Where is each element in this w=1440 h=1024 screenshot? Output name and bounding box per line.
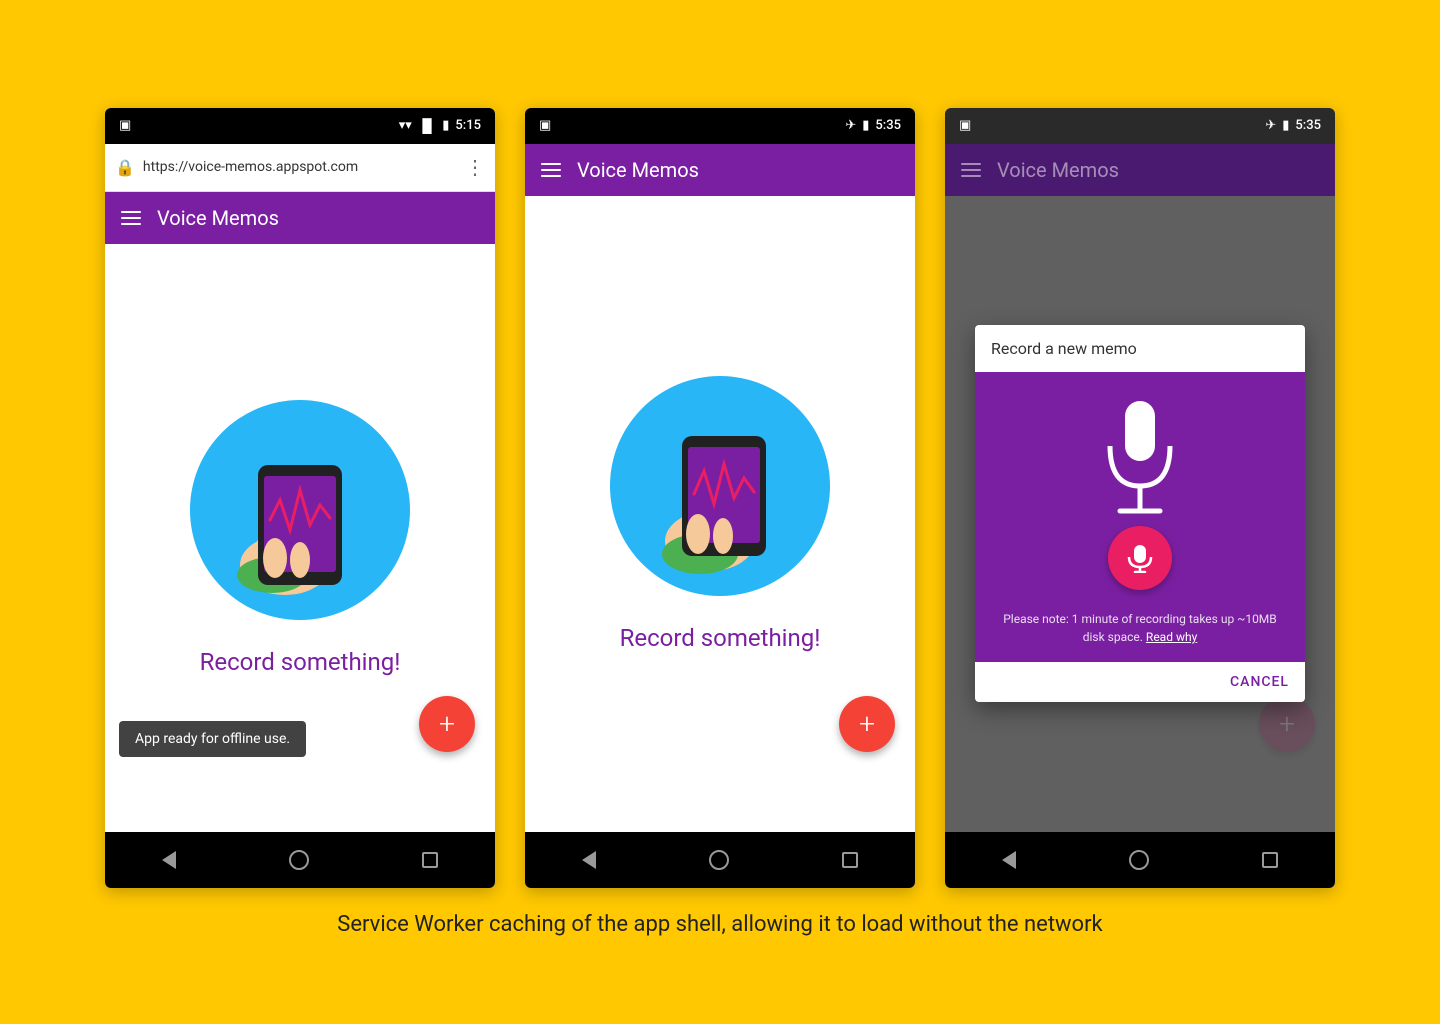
fab-1[interactable]: +: [419, 696, 475, 752]
record-label-2: Record something!: [620, 624, 821, 652]
status-right-3: ✈ ▮ 5:35: [1265, 118, 1321, 133]
tablet-icon: ▣: [119, 118, 131, 133]
app-title-2: Voice Memos: [577, 158, 699, 182]
back-button-2[interactable]: [582, 851, 596, 869]
caption-text: Service Worker caching of the app shell,…: [337, 912, 1102, 937]
snackbar-1: App ready for offline use.: [119, 721, 306, 757]
fab-2[interactable]: +: [839, 696, 895, 752]
fab-icon-2: +: [859, 707, 875, 740]
back-button-3[interactable]: [1002, 851, 1016, 869]
back-button-1[interactable]: [162, 851, 176, 869]
phone-2: ▣ ✈ ▮ 5:35 Voice Memos: [525, 108, 915, 888]
content-1: Record something! App ready for offline …: [105, 244, 495, 832]
mic-large-icon: [1095, 396, 1185, 526]
more-icon[interactable]: ⋮: [465, 155, 485, 179]
tablet-icon-2: ▣: [539, 118, 551, 133]
status-left-2: ▣: [539, 118, 551, 133]
url-text: https://voice-memos.appspot.com: [143, 159, 457, 175]
toolbar-2: Voice Memos: [525, 144, 915, 196]
tablet-icon-3: ▣: [959, 118, 971, 133]
status-left-3: ▣: [959, 118, 971, 133]
signal-icon: ▐▌: [418, 118, 436, 134]
time-3: 5:35: [1295, 118, 1321, 133]
status-right-2: ✈ ▮ 5:35: [845, 118, 901, 133]
home-button-3[interactable]: [1129, 850, 1149, 870]
main-wrapper: ▣ ▾▾ ▐▌ ▮ 5:15 🔒 https://voice-memos.app…: [0, 0, 1440, 1024]
fab-icon-1: +: [439, 707, 455, 740]
home-button-1[interactable]: [289, 850, 309, 870]
content-2: Record something! +: [525, 196, 915, 832]
recents-button-1[interactable]: [422, 852, 438, 868]
dialog-card: Record a new memo: [975, 325, 1305, 702]
nav-bar-2: [525, 832, 915, 888]
home-button-2[interactable]: [709, 850, 729, 870]
cancel-button[interactable]: CANCEL: [1230, 674, 1289, 690]
hamburger-menu-2[interactable]: [541, 163, 561, 177]
snackbar-text-1: App ready for offline use.: [135, 731, 290, 747]
recents-button-2[interactable]: [842, 852, 858, 868]
phones-row: ▣ ▾▾ ▐▌ ▮ 5:15 🔒 https://voice-memos.app…: [105, 108, 1335, 888]
nav-bar-3: [945, 832, 1335, 888]
dialog-body: Please note: 1 minute of recording takes…: [975, 372, 1305, 662]
record-button[interactable]: [1108, 526, 1172, 590]
illustration-circle-2: [610, 376, 830, 596]
status-right-1: ▾▾ ▐▌ ▮ 5:15: [399, 118, 481, 134]
dialog-note: Please note: 1 minute of recording takes…: [991, 610, 1289, 646]
illustration-circle-1: [190, 400, 410, 620]
content-3: Record something! + Record a new memo: [945, 196, 1335, 832]
time-2: 5:35: [875, 118, 901, 133]
status-left-1: ▣: [119, 118, 131, 133]
url-bar-1[interactable]: 🔒 https://voice-memos.appspot.com ⋮: [105, 144, 495, 192]
status-bar-3: ▣ ✈ ▮ 5:35: [945, 108, 1335, 144]
recents-button-3[interactable]: [1262, 852, 1278, 868]
phone-illustration-1: [200, 410, 400, 610]
status-bar-1: ▣ ▾▾ ▐▌ ▮ 5:15: [105, 108, 495, 144]
phone-illustration-2: [620, 386, 820, 586]
airplane-icon-3: ✈: [1265, 118, 1276, 133]
toolbar-3: Voice Memos: [945, 144, 1335, 196]
record-label-1: Record something!: [200, 648, 401, 676]
nav-bar-1: [105, 832, 495, 888]
dialog-actions: CANCEL: [975, 662, 1305, 702]
phone-3: ▣ ✈ ▮ 5:35 Voice Memos: [945, 108, 1335, 888]
hamburger-menu-3[interactable]: [961, 163, 981, 177]
phone-1: ▣ ▾▾ ▐▌ ▮ 5:15 🔒 https://voice-memos.app…: [105, 108, 495, 888]
mic-small-icon: [1125, 543, 1155, 573]
battery-icon-2: ▮: [862, 118, 869, 133]
hamburger-menu-1[interactable]: [121, 211, 141, 225]
battery-icon-3: ▮: [1282, 118, 1289, 133]
status-bar-2: ▣ ✈ ▮ 5:35: [525, 108, 915, 144]
airplane-icon-2: ✈: [845, 118, 856, 133]
app-title-1: Voice Memos: [157, 206, 279, 230]
wifi-icon: ▾▾: [399, 118, 412, 133]
app-title-3: Voice Memos: [997, 158, 1119, 182]
lock-icon: 🔒: [115, 158, 135, 177]
read-why-link[interactable]: Read why: [1146, 630, 1197, 644]
record-dialog: Record a new memo: [945, 196, 1335, 832]
dialog-title-bar: Record a new memo: [975, 325, 1305, 372]
dialog-title: Record a new memo: [991, 339, 1137, 358]
time-1: 5:15: [455, 118, 481, 133]
toolbar-1: Voice Memos: [105, 192, 495, 244]
battery-icon: ▮: [442, 118, 449, 133]
